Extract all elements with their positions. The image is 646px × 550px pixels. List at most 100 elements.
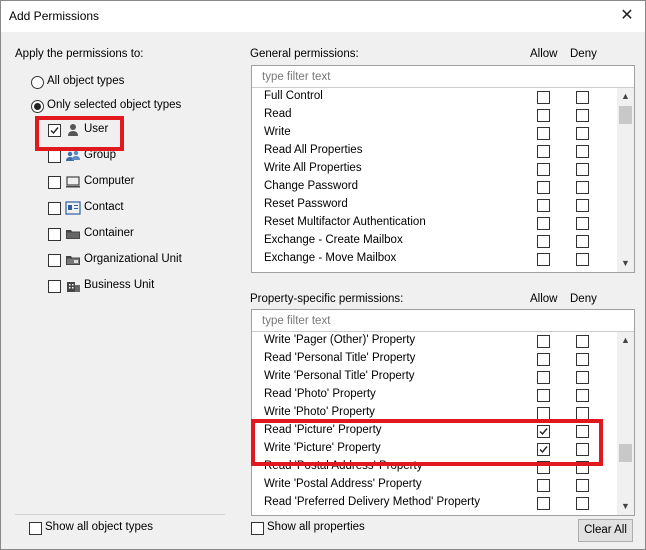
allow-checkbox[interactable]	[537, 181, 550, 194]
property-permissions-panel: Write 'Pager (Other)' Property Read 'Pers…	[251, 309, 635, 516]
allow-checkbox[interactable]	[537, 199, 550, 212]
allow-checkbox[interactable]	[537, 497, 550, 510]
scroll-thumb[interactable]	[619, 444, 632, 462]
computer-icon	[65, 174, 81, 190]
permission-name: Read 'Personal Title' Property	[264, 352, 416, 364]
allow-checkbox[interactable]	[537, 371, 550, 384]
object-type-checkbox[interactable]	[48, 228, 61, 241]
object-type-checkbox[interactable]	[48, 176, 61, 189]
add-permissions-dialog: Add Permissions ✕ Apply the permissions …	[0, 0, 646, 550]
allow-checkbox[interactable]	[537, 389, 550, 402]
permission-name: Write 'Personal Title' Property	[264, 370, 415, 382]
permission-name: Write All Properties	[264, 162, 362, 174]
radio-selected-indicator[interactable]	[31, 100, 44, 113]
allow-checkbox[interactable]	[537, 145, 550, 158]
permission-name: Exchange - Create Mailbox	[264, 234, 403, 246]
radio-all-label[interactable]: All object types	[47, 75, 124, 87]
allow-checkbox[interactable]	[537, 163, 550, 176]
radio-dot	[34, 103, 41, 110]
allow-checkbox[interactable]	[537, 109, 550, 122]
allow-checkbox[interactable]	[537, 335, 550, 348]
deny-checkbox[interactable]	[576, 217, 589, 230]
show-all-object-types-label[interactable]: Show all object types	[45, 521, 153, 533]
object-type-label[interactable]: Business Unit	[84, 279, 154, 291]
allow-checkbox[interactable]	[537, 353, 550, 366]
deny-checkbox[interactable]	[576, 353, 589, 366]
object-type-label[interactable]: Container	[84, 227, 134, 239]
property-deny-header: Deny	[570, 293, 597, 305]
deny-checkbox[interactable]	[576, 335, 589, 348]
scroll-thumb[interactable]	[619, 106, 632, 124]
contact-icon	[65, 200, 81, 216]
object-type-checkbox[interactable]	[48, 202, 61, 215]
close-icon[interactable]: ✕	[615, 4, 639, 28]
deny-checkbox[interactable]	[576, 145, 589, 158]
general-permissions-panel: Full Control Read Write Read All Properties…	[251, 65, 635, 273]
general-permissions-label: General permissions:	[250, 48, 359, 60]
business-unit-icon	[65, 278, 81, 294]
deny-checkbox[interactable]	[576, 497, 589, 510]
permission-row: Reset Password	[252, 196, 616, 214]
radio-selected-label[interactable]: Only selected object types	[47, 99, 181, 111]
permission-name: Read	[264, 108, 292, 120]
permission-name: Exchange - Move Mailbox	[264, 252, 397, 264]
permission-row: Write 'Pager (Other)' Property	[252, 332, 616, 350]
property-allow-header: Allow	[530, 293, 558, 305]
deny-checkbox[interactable]	[576, 371, 589, 384]
allow-checkbox[interactable]	[537, 217, 550, 230]
property-permissions-label: Property-specific permissions:	[250, 293, 404, 305]
general-allow-header: Allow	[530, 48, 558, 60]
object-type-label[interactable]: Contact	[84, 201, 124, 213]
ou-icon	[65, 252, 81, 268]
property-filter-input[interactable]	[252, 310, 634, 331]
deny-checkbox[interactable]	[576, 253, 589, 266]
object-type-label[interactable]: Computer	[84, 175, 135, 187]
deny-checkbox[interactable]	[576, 163, 589, 176]
deny-checkbox[interactable]	[576, 199, 589, 212]
object-type-checkbox[interactable]	[48, 254, 61, 267]
object-type-checkbox[interactable]	[48, 280, 61, 293]
permission-name: Read 'Photo' Property	[264, 388, 376, 400]
permission-row: Read 'Preferred Delivery Method' Propert…	[252, 494, 616, 512]
allow-checkbox[interactable]	[537, 235, 550, 248]
show-all-properties-label[interactable]: Show all properties	[267, 521, 365, 533]
object-type-label[interactable]: Organizational Unit	[84, 253, 182, 265]
permission-name: Write	[264, 126, 291, 138]
highlight-picture-box	[251, 419, 603, 466]
allow-checkbox[interactable]	[537, 127, 550, 140]
permission-name: Reset Multifactor Authentication	[264, 216, 426, 228]
left-bottom-separator	[15, 514, 225, 515]
show-all-properties-checkbox[interactable]	[251, 522, 264, 535]
general-filter-input[interactable]	[252, 66, 634, 87]
allow-checkbox[interactable]	[537, 91, 550, 104]
deny-checkbox[interactable]	[576, 91, 589, 104]
general-scrollbar[interactable]: ▲ ▼	[617, 88, 634, 272]
allow-checkbox[interactable]	[537, 479, 550, 492]
radio-all-indicator[interactable]	[31, 76, 44, 89]
deny-checkbox[interactable]	[576, 389, 589, 402]
permission-name: Write 'Postal Address' Property	[264, 478, 422, 490]
permission-row: Change Password	[252, 178, 616, 196]
deny-checkbox[interactable]	[576, 235, 589, 248]
apply-permissions-label: Apply the permissions to:	[15, 48, 144, 60]
scroll-down-icon[interactable]: ▼	[617, 255, 634, 272]
deny-checkbox[interactable]	[576, 127, 589, 140]
permission-row: Write	[252, 124, 616, 142]
scroll-up-icon[interactable]: ▲	[617, 88, 634, 105]
deny-checkbox[interactable]	[576, 109, 589, 122]
scroll-up-icon[interactable]: ▲	[617, 332, 634, 349]
permission-row: Read All Properties	[252, 142, 616, 160]
permission-name: Write 'Pager (Other)' Property	[264, 334, 416, 346]
show-all-object-types-checkbox[interactable]	[29, 522, 42, 535]
scroll-down-icon[interactable]: ▼	[617, 498, 634, 515]
deny-checkbox[interactable]	[576, 181, 589, 194]
permission-row: Read 'Personal Title' Property	[252, 350, 616, 368]
permission-name: Read 'Preferred Delivery Method' Propert…	[264, 496, 480, 508]
property-scrollbar[interactable]: ▲ ▼	[617, 332, 634, 515]
clear-all-button[interactable]: Clear All	[578, 519, 633, 542]
highlight-user-box	[35, 116, 124, 151]
allow-checkbox[interactable]	[537, 253, 550, 266]
deny-checkbox[interactable]	[576, 479, 589, 492]
folder-icon	[65, 226, 81, 242]
object-type-checkbox[interactable]	[48, 150, 61, 163]
